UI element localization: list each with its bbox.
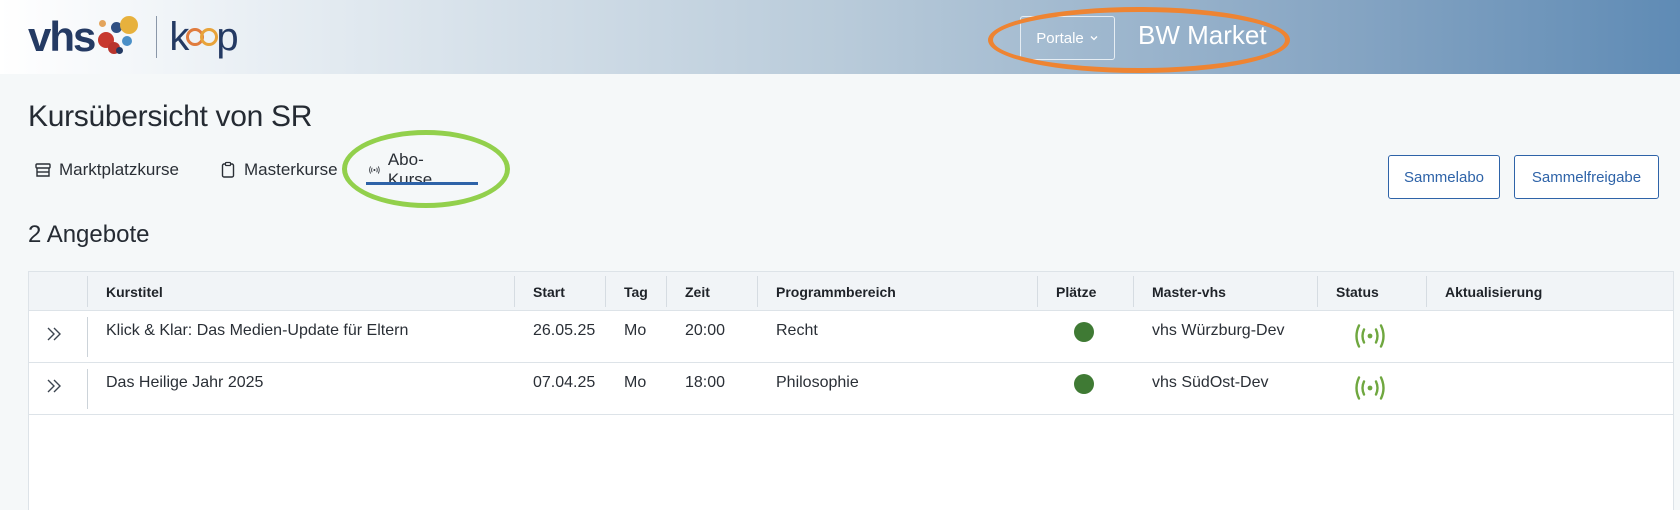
cell-tag: Mo (624, 322, 647, 339)
portale-label: Portale (1036, 29, 1084, 47)
sammelfreigabe-button[interactable]: Sammelfreigabe (1514, 155, 1659, 199)
cell-zeit: 18:00 (685, 374, 726, 391)
logo-separator (156, 16, 158, 58)
availability-dot-icon (1074, 374, 1094, 394)
cell-kurstitel[interactable]: Klick & Klar: Das Medien-Update für Elte… (87, 311, 408, 351)
column-header-start[interactable]: Start (514, 272, 565, 311)
active-tab-indicator (366, 182, 478, 185)
column-header-zeit[interactable]: Zeit (666, 272, 710, 311)
table-header: Kurstitel Start Tag Zeit Programmbereich… (29, 272, 1673, 311)
cell-kurstitel[interactable]: Das Heilige Jahr 2025 (87, 363, 263, 403)
expand-row-icon[interactable] (43, 374, 67, 398)
cell-programmbereich: Recht (776, 322, 818, 339)
cell-master-vhs: vhs Würzburg-Dev (1152, 322, 1285, 339)
clipboard-icon (221, 161, 235, 178)
cell-tag: Mo (624, 374, 647, 391)
availability-dot-icon (1074, 322, 1094, 342)
portal-name: BW Market (1138, 20, 1267, 50)
course-table: Kurstitel Start Tag Zeit Programmbereich… (28, 271, 1674, 510)
broadcast-status-icon[interactable] (1351, 322, 1389, 350)
expand-row-icon[interactable] (43, 322, 67, 346)
logo-dots-icon (96, 14, 148, 60)
logo-vhs-text: vhs (28, 13, 96, 60)
store-icon (35, 163, 51, 177)
page-title: Kursübersicht von SR (28, 100, 313, 133)
chevron-down-icon (1090, 36, 1098, 41)
column-header-tag[interactable]: Tag (605, 272, 648, 311)
tab-label: Marktplatzkurse (59, 160, 179, 179)
cell-programmbereich: Philosophie (776, 374, 859, 391)
cell-zeit: 20:00 (685, 322, 726, 339)
column-header-master-vhs[interactable]: Master-vhs (1133, 272, 1226, 311)
tab-label: Masterkurse (244, 160, 338, 179)
sammelabo-button[interactable]: Sammelabo (1388, 155, 1500, 199)
cell-aktualisierung (1426, 311, 1445, 351)
cell-start: 26.05.25 (533, 322, 596, 339)
cell-master-vhs: vhs SüdOst-Dev (1152, 374, 1269, 391)
column-header-aktualisierung[interactable]: Aktualisierung (1426, 272, 1542, 311)
offer-count: 2 Angebote (28, 221, 150, 248)
broadcast-icon (369, 166, 380, 174)
vhs-koop-logo[interactable]: vhs kp (28, 13, 239, 60)
portale-dropdown-button[interactable]: Portale (1020, 16, 1115, 60)
table-row[interactable]: Das Heilige Jahr 2025 07.04.25 Mo 18:00 … (29, 363, 1673, 415)
tab-marktplatzkurse[interactable]: Marktplatzkurse (34, 152, 179, 188)
cell-start: 07.04.25 (533, 374, 596, 391)
cell-aktualisierung (1426, 363, 1445, 403)
column-header-programmbereich[interactable]: Programmbereich (757, 272, 896, 311)
table-row[interactable]: Klick & Klar: Das Medien-Update für Elte… (29, 311, 1673, 363)
column-header-kurstitel[interactable]: Kurstitel (87, 272, 163, 311)
logo-koop-text: kp (169, 15, 238, 59)
column-header-plaetze[interactable]: Plätze (1037, 272, 1096, 311)
column-header-status[interactable]: Status (1317, 272, 1379, 311)
broadcast-status-icon[interactable] (1351, 374, 1389, 402)
tab-masterkurse[interactable]: Masterkurse (219, 152, 338, 188)
top-header: vhs kp Portale BW Market (0, 0, 1680, 74)
